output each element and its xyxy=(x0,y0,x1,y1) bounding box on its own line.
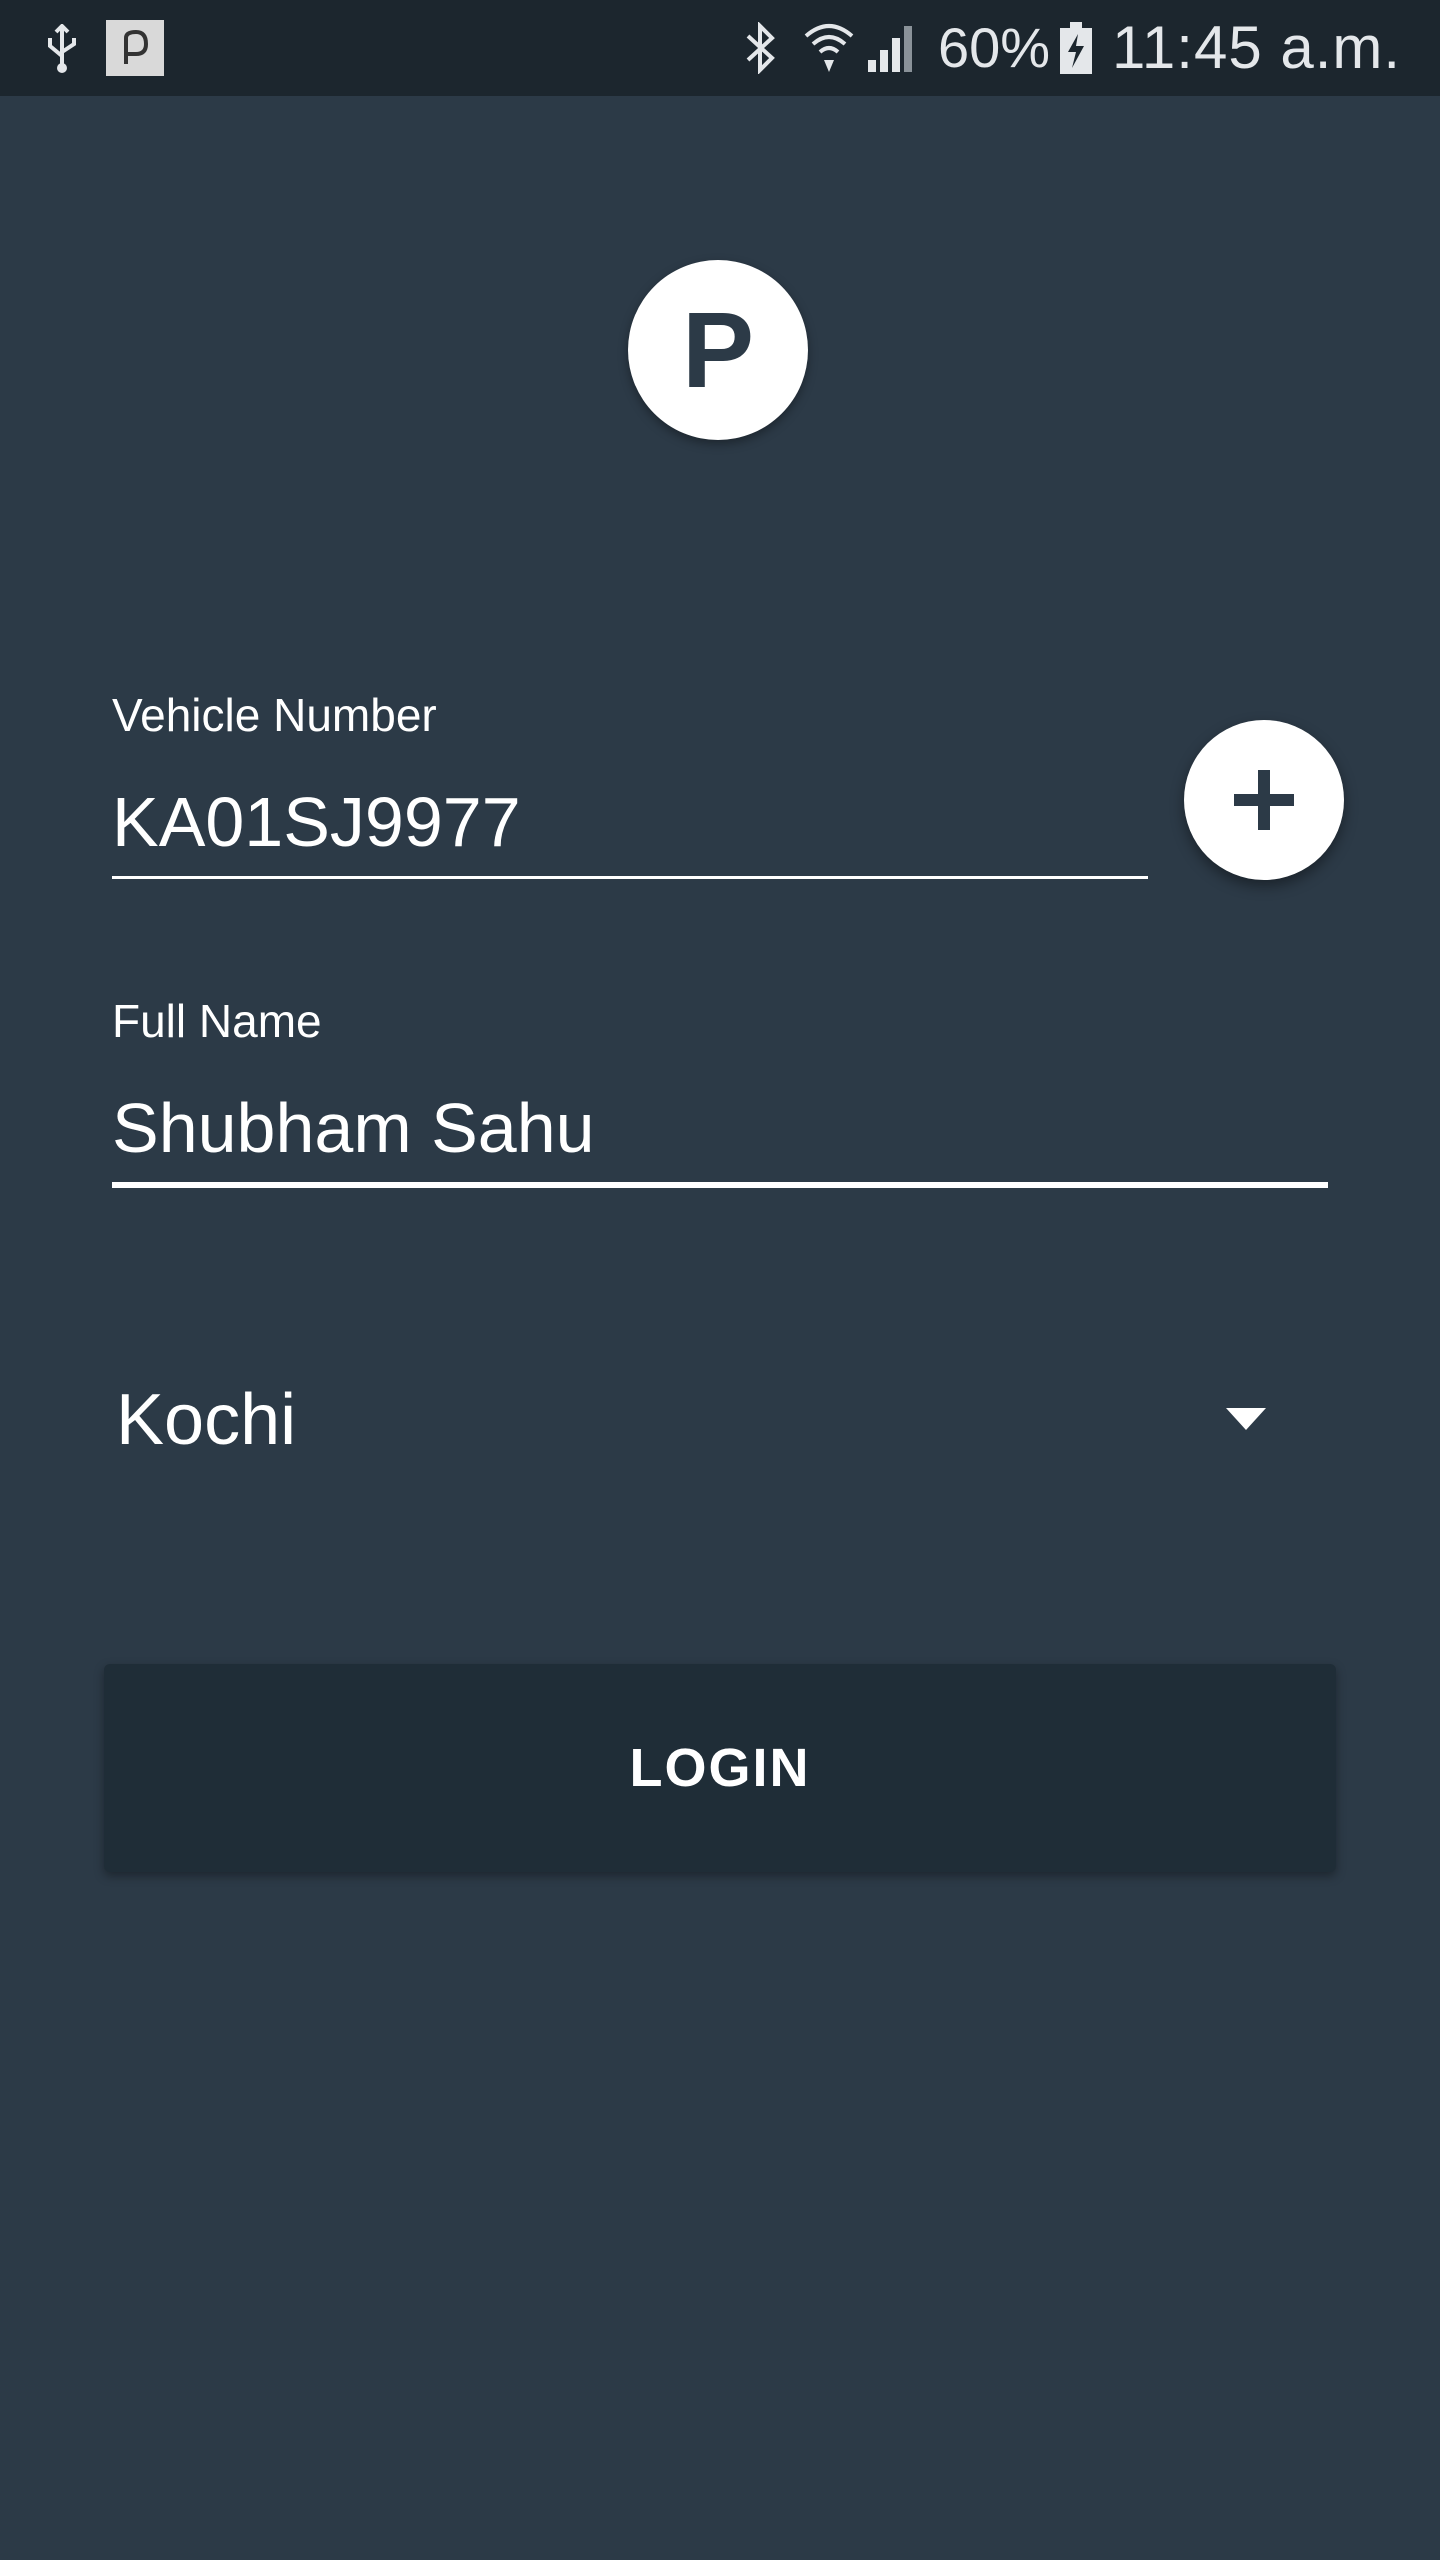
vehicle-number-underline xyxy=(112,876,1148,879)
city-select[interactable]: Kochi xyxy=(112,1370,1328,1470)
city-selected-value: Kochi xyxy=(116,1380,297,1460)
status-bar: 60% 11:45 a.m. xyxy=(0,0,1440,96)
battery-charging-icon xyxy=(1060,22,1092,74)
vehicle-number-input[interactable]: KA01SJ9977 xyxy=(112,782,521,862)
full-name-input[interactable]: Shubham Sahu xyxy=(112,1088,595,1168)
app-notification-icon xyxy=(106,20,164,76)
wifi-icon xyxy=(804,24,854,72)
logo-letter: P xyxy=(681,289,755,410)
full-name-label: Full Name xyxy=(112,995,322,1047)
full-name-underline xyxy=(112,1182,1328,1188)
login-button[interactable]: LOGIN xyxy=(104,1664,1336,1872)
signal-icon xyxy=(868,26,912,72)
add-vehicle-button[interactable] xyxy=(1184,720,1344,880)
usb-icon xyxy=(48,24,76,73)
vehicle-number-label: Vehicle Number xyxy=(112,689,437,741)
login-button-label: LOGIN xyxy=(629,1738,811,1798)
plus-icon xyxy=(1234,770,1294,830)
dropdown-arrow-icon xyxy=(1226,1408,1266,1430)
app-logo: P xyxy=(628,260,808,440)
clock: 11:45 a.m. xyxy=(1112,14,1402,81)
battery-percent: 60% xyxy=(938,16,1051,79)
bluetooth-icon xyxy=(746,22,775,74)
